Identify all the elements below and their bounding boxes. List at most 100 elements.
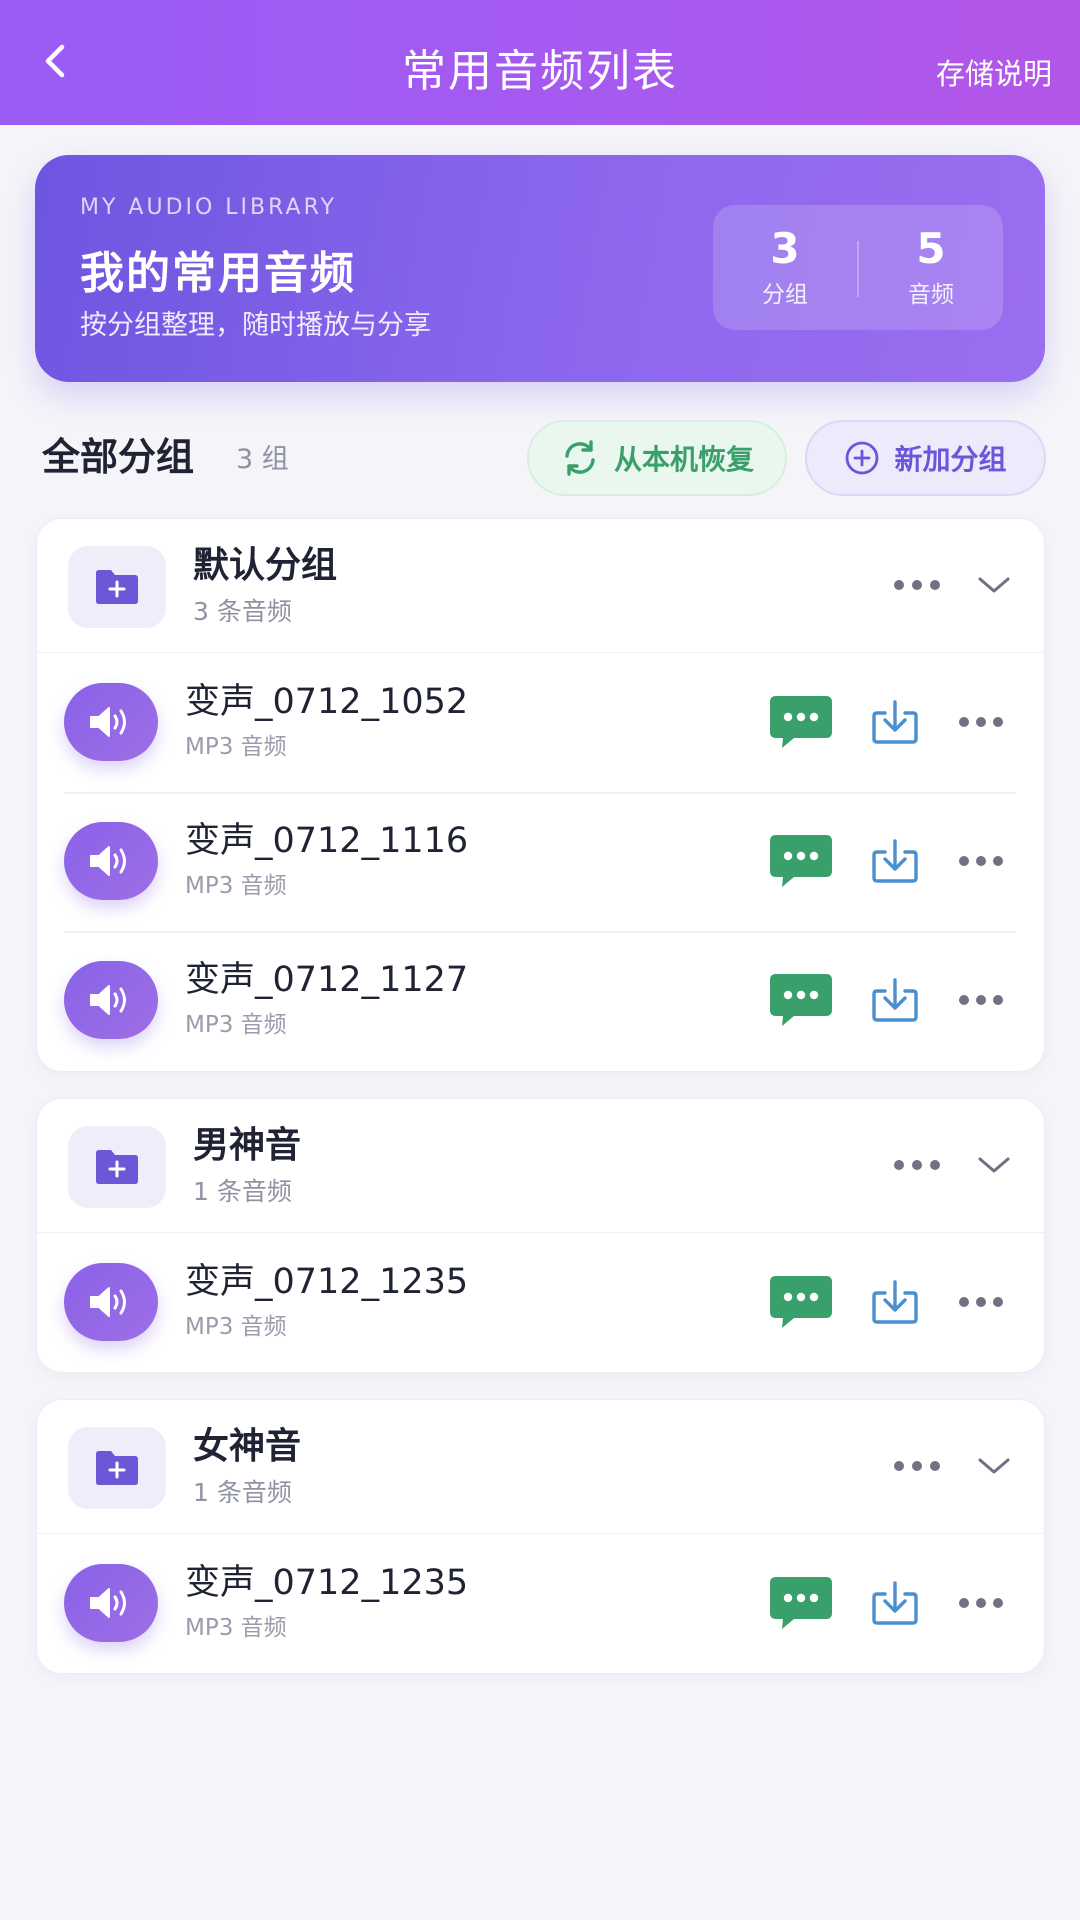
audio-name: 变声_0712_1235 bbox=[185, 1262, 469, 1302]
share-chat-button[interactable] bbox=[767, 1574, 835, 1632]
chevron-down-icon bbox=[978, 1458, 1010, 1474]
group-count: 1 条音频 bbox=[193, 1478, 292, 1507]
storage-info-link[interactable]: 存储说明 bbox=[936, 54, 1052, 94]
stat-value: 3 bbox=[770, 224, 800, 273]
audio-item[interactable]: 变声_0712_1127 MP3 音频 bbox=[37, 931, 1044, 1070]
play-button[interactable] bbox=[64, 683, 158, 761]
plus-circle-icon bbox=[846, 441, 879, 475]
speaker-icon bbox=[90, 707, 126, 737]
download-tray-icon bbox=[872, 839, 918, 883]
play-button[interactable] bbox=[64, 822, 158, 900]
audio-name: 变声_0712_1116 bbox=[185, 821, 469, 861]
group-more-button[interactable] bbox=[887, 1446, 947, 1486]
top-bar: 常用音频列表 存储说明 bbox=[0, 0, 1080, 125]
download-button[interactable] bbox=[867, 1273, 923, 1331]
folder-plus-icon bbox=[96, 570, 138, 604]
group-more-button[interactable] bbox=[887, 1145, 947, 1185]
chat-bubble-icon bbox=[770, 1276, 832, 1328]
play-button[interactable] bbox=[64, 1564, 158, 1642]
group-header[interactable]: 男神音 1 条音频 bbox=[37, 1099, 1044, 1233]
audio-more-button[interactable] bbox=[951, 832, 1011, 890]
folder-add-tile[interactable] bbox=[68, 1427, 166, 1509]
folder-plus-icon bbox=[96, 1150, 138, 1184]
stat-label: 音频 bbox=[908, 282, 954, 308]
audio-more-button[interactable] bbox=[951, 1273, 1011, 1331]
group-header[interactable]: 女神音 1 条音频 bbox=[37, 1400, 1044, 1534]
audio-type: MP3 音频 bbox=[185, 734, 287, 760]
stat-value: 5 bbox=[916, 224, 946, 273]
group-name: 女神音 bbox=[193, 1426, 302, 1467]
hero-eyebrow: MY AUDIO LIBRARY bbox=[80, 195, 337, 220]
stat-audios: 5 音频 bbox=[859, 205, 1003, 330]
chat-bubble-icon bbox=[770, 974, 832, 1026]
folder-plus-icon bbox=[96, 1451, 138, 1485]
add-group-button[interactable]: 新加分组 bbox=[805, 420, 1046, 496]
play-button[interactable] bbox=[64, 961, 158, 1039]
stat-groups: 3 分组 bbox=[713, 205, 857, 330]
audio-name: 变声_0712_1127 bbox=[185, 960, 469, 1000]
hero-subtitle: 按分组整理，随时播放与分享 bbox=[80, 310, 431, 341]
audio-more-button[interactable] bbox=[951, 1574, 1011, 1632]
group-card-default: 默认分组 3 条音频 变声_0712_1052 MP3 音频 变声_0712_1… bbox=[36, 518, 1045, 1072]
hero-title: 我的常用音频 bbox=[80, 248, 356, 299]
chat-bubble-icon bbox=[770, 696, 832, 748]
page-title: 常用音频列表 bbox=[402, 46, 678, 97]
share-chat-button[interactable] bbox=[767, 971, 835, 1029]
group-name: 男神音 bbox=[193, 1125, 302, 1166]
group-collapse-toggle[interactable] bbox=[969, 565, 1019, 605]
download-button[interactable] bbox=[867, 693, 923, 751]
back-button[interactable] bbox=[30, 36, 80, 86]
group-count: 3 条音频 bbox=[193, 597, 292, 626]
audio-type: MP3 音频 bbox=[185, 1012, 287, 1038]
folder-add-tile[interactable] bbox=[68, 546, 166, 628]
share-chat-button[interactable] bbox=[767, 693, 835, 751]
restore-from-device-button[interactable]: 从本机恢复 bbox=[527, 420, 787, 496]
group-more-button[interactable] bbox=[887, 565, 947, 605]
play-button[interactable] bbox=[64, 1263, 158, 1341]
section-count: 3 组 bbox=[236, 444, 289, 475]
download-tray-icon bbox=[872, 978, 918, 1022]
audio-type: MP3 音频 bbox=[185, 1615, 287, 1641]
speaker-icon bbox=[90, 1588, 126, 1618]
audio-item[interactable]: 变声_0712_1235 MP3 音频 bbox=[37, 1233, 1044, 1372]
add-group-label: 新加分组 bbox=[894, 443, 1007, 476]
more-horizontal-icon bbox=[894, 580, 940, 590]
download-button[interactable] bbox=[867, 832, 923, 890]
chat-bubble-icon bbox=[770, 1577, 832, 1629]
stat-label: 分组 bbox=[762, 282, 808, 308]
restore-label: 从本机恢复 bbox=[613, 443, 754, 476]
more-horizontal-icon bbox=[894, 1461, 940, 1471]
audio-item[interactable]: 变声_0712_1235 MP3 音频 bbox=[37, 1534, 1044, 1673]
more-horizontal-icon bbox=[959, 717, 1003, 727]
group-collapse-toggle[interactable] bbox=[969, 1145, 1019, 1185]
more-horizontal-icon bbox=[959, 995, 1003, 1005]
audio-item[interactable]: 变声_0712_1052 MP3 音频 bbox=[37, 653, 1044, 792]
section-title: 全部分组 bbox=[42, 435, 195, 479]
group-collapse-toggle[interactable] bbox=[969, 1446, 1019, 1486]
library-summary-card: MY AUDIO LIBRARY 我的常用音频 按分组整理，随时播放与分享 3 … bbox=[35, 155, 1045, 382]
download-button[interactable] bbox=[867, 971, 923, 1029]
folder-add-tile[interactable] bbox=[68, 1126, 166, 1208]
speaker-icon bbox=[90, 846, 126, 876]
more-horizontal-icon bbox=[894, 1160, 940, 1170]
download-tray-icon bbox=[872, 1581, 918, 1625]
group-name: 默认分组 bbox=[193, 545, 338, 586]
audio-type: MP3 音频 bbox=[185, 1314, 287, 1340]
audio-name: 变声_0712_1052 bbox=[185, 682, 469, 722]
refresh-icon bbox=[565, 440, 595, 476]
audio-type: MP3 音频 bbox=[185, 873, 287, 899]
group-card-female-voice: 女神音 1 条音频 变声_0712_1235 MP3 音频 bbox=[36, 1399, 1045, 1674]
audio-item[interactable]: 变声_0712_1116 MP3 音频 bbox=[37, 792, 1044, 931]
chat-bubble-icon bbox=[770, 835, 832, 887]
group-count: 1 条音频 bbox=[193, 1177, 292, 1206]
audio-more-button[interactable] bbox=[951, 693, 1011, 751]
download-button[interactable] bbox=[867, 1574, 923, 1632]
audio-more-button[interactable] bbox=[951, 971, 1011, 1029]
speaker-icon bbox=[90, 985, 126, 1015]
speaker-icon bbox=[90, 1287, 126, 1317]
share-chat-button[interactable] bbox=[767, 832, 835, 890]
chevron-left-icon bbox=[45, 44, 65, 78]
download-tray-icon bbox=[872, 700, 918, 744]
group-header[interactable]: 默认分组 3 条音频 bbox=[37, 519, 1044, 653]
share-chat-button[interactable] bbox=[767, 1273, 835, 1331]
